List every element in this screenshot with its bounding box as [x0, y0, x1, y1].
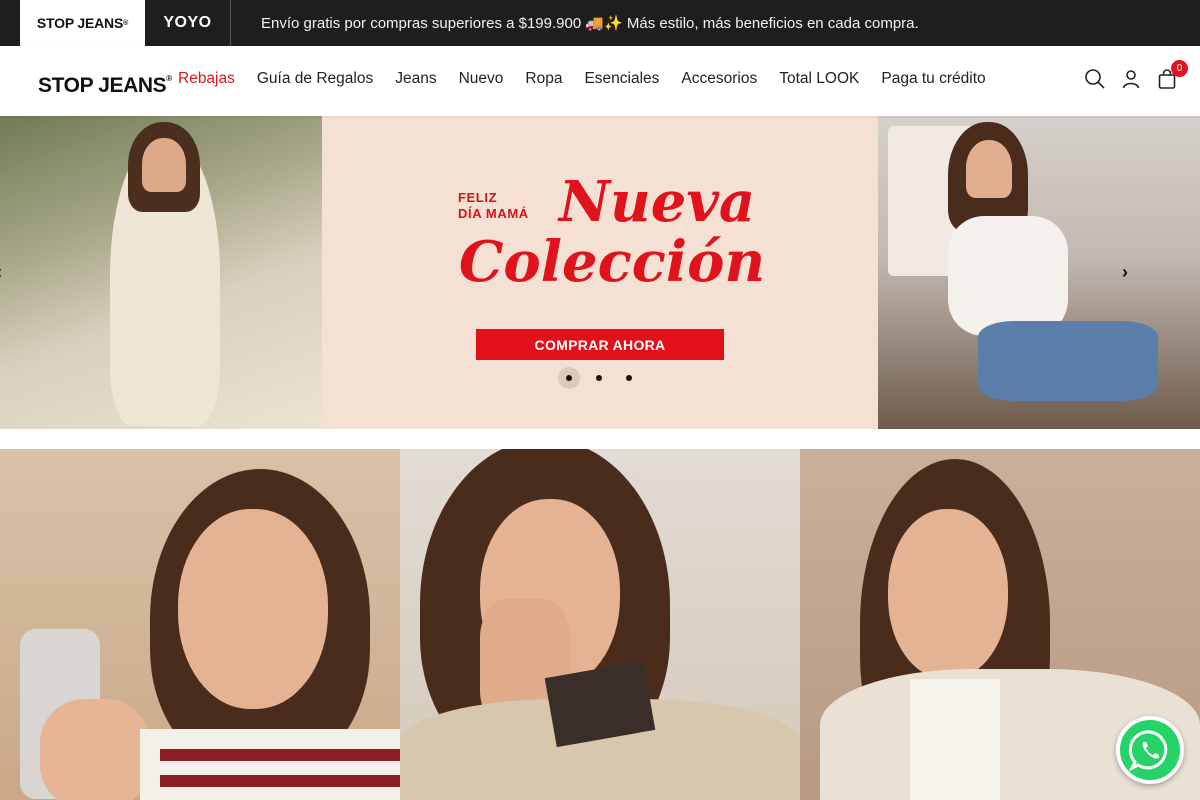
brand-tab-label: YOYO — [163, 14, 212, 31]
nav-item-rebajas[interactable]: Rebajas — [178, 70, 235, 88]
top-bar: STOP JEANS ® YOYO Envío gratis por compra… — [0, 0, 1200, 46]
hero-banner[interactable]: FELIZ DÍA MAMÁ Nueva Colección COMPRAR A… — [0, 116, 1200, 429]
header-icons: 0 — [1084, 60, 1188, 90]
brand-tab-stop-jeans[interactable]: STOP JEANS ® — [20, 0, 145, 46]
nav-item-nuevo[interactable]: Nuevo — [459, 70, 504, 88]
site-logo[interactable]: STOP JEANS® — [38, 74, 172, 98]
main-nav: Rebajas Guía de Regalos Jeans Nuevo Ropa… — [178, 70, 1008, 88]
search-icon[interactable] — [1084, 68, 1106, 90]
carousel-dot[interactable] — [558, 367, 580, 389]
site-header: STOP JEANS® Rebajas Guía de Regalos Jean… — [0, 46, 1200, 116]
nav-item-jeans[interactable]: Jeans — [395, 70, 436, 88]
carousel-prev-icon[interactable]: ‹ — [0, 262, 2, 283]
cart-count-badge: 0 — [1171, 60, 1188, 77]
carousel-dot[interactable] — [618, 367, 640, 389]
whatsapp-chat-button[interactable] — [1116, 716, 1184, 784]
nav-item-total-look[interactable]: Total LOOK — [779, 70, 859, 88]
hero-photo-right — [878, 116, 1200, 429]
nav-item-paga-tu-credito[interactable]: Paga tu crédito — [881, 70, 985, 88]
carousel-next-icon[interactable]: › — [1122, 262, 1128, 283]
hero-photo-left — [0, 116, 322, 429]
hero-headline: Nueva Colección — [458, 169, 766, 295]
bag-icon[interactable]: 0 — [1156, 60, 1188, 90]
brand-tab-yoyo[interactable]: YOYO — [145, 0, 231, 46]
brand-tab-label: STOP JEANS — [36, 15, 124, 31]
hero-promo: FELIZ DÍA MAMÁ Nueva Colección COMPRAR A… — [322, 116, 878, 429]
comprar-ahora-button[interactable]: COMPRAR AHORA — [476, 329, 724, 360]
nav-item-ropa[interactable]: Ropa — [525, 70, 562, 88]
carousel-dots — [558, 367, 640, 389]
category-tile[interactable] — [0, 449, 400, 800]
whatsapp-icon — [1128, 730, 1168, 772]
category-tile[interactable] — [400, 449, 800, 800]
nav-item-esenciales[interactable]: Esenciales — [584, 70, 659, 88]
user-icon[interactable] — [1120, 68, 1142, 90]
nav-item-accesorios[interactable]: Accesorios — [681, 70, 757, 88]
carousel-dot[interactable] — [588, 367, 610, 389]
announcement-text: Envío gratis por compras superiores a $1… — [261, 15, 919, 32]
category-grid — [0, 449, 1200, 800]
nav-item-guia-de-regalos[interactable]: Guía de Regalos — [257, 70, 373, 88]
